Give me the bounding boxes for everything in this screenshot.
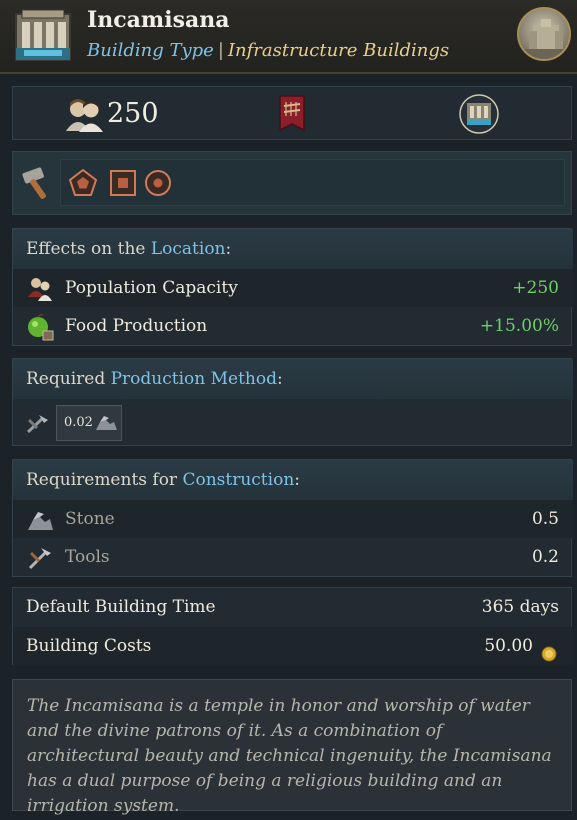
population-icon — [64, 95, 104, 133]
building-category[interactable]: Infrastructure Buildings — [228, 40, 449, 61]
build-time-label: Default Building Time — [26, 597, 216, 617]
construction-link[interactable]: Construction — [182, 470, 294, 490]
requirement-label: Tools — [65, 547, 110, 567]
production-section: Required Production Method: 0.02 — [12, 358, 573, 446]
stone-icon — [94, 412, 118, 434]
effects-heading: Effects on the Location: — [13, 229, 573, 269]
build-cost-label: Building Costs — [26, 636, 152, 656]
construction-section: Requirements for Construction: Stone 0.5… — [12, 459, 573, 577]
build-info-section: Default Building Time 365 days Building … — [12, 587, 573, 665]
hammer-icon[interactable] — [21, 164, 55, 200]
effect-row: Population Capacity +250 — [13, 269, 573, 307]
build-time-value: 365 days — [481, 597, 559, 617]
effect-value: +15.00% — [479, 316, 559, 336]
construction-heading-suffix: : — [294, 470, 300, 490]
tools-icon — [25, 412, 51, 436]
requirement-label: Stone — [65, 509, 115, 529]
food-apple-icon — [26, 313, 54, 341]
requirement-row: Tools 0.2 — [13, 538, 573, 576]
effects-section: Effects on the Location: Population Capa… — [12, 228, 573, 346]
build-cost-row: Building Costs 50.00 — [13, 627, 573, 665]
production-heading-prefix: Required — [26, 369, 106, 389]
banner-icon[interactable] — [278, 94, 306, 134]
effects-heading-suffix: : — [225, 239, 232, 259]
building-icon[interactable] — [458, 94, 500, 134]
location-link[interactable]: Location — [151, 239, 226, 259]
modifier-bar — [12, 151, 572, 215]
build-cost-value: 50.00 — [484, 636, 533, 656]
production-method-link[interactable]: Production Method — [111, 369, 277, 389]
effect-row: Food Production +15.00% — [13, 307, 573, 345]
stone-icon — [26, 506, 54, 534]
effect-value: +250 — [512, 278, 559, 298]
effect-label: Population Capacity — [65, 278, 238, 298]
tooltip-header: Incamisana Building Type | Infrastructure … — [0, 0, 577, 74]
subtitle-separator: | — [217, 40, 224, 61]
building-portrait-icon — [517, 7, 571, 61]
effect-label: Food Production — [65, 316, 208, 336]
production-heading-suffix: : — [276, 369, 283, 389]
gold-coin-icon — [541, 638, 557, 662]
square-icon[interactable] — [108, 168, 138, 198]
aqueduct-building-icon — [12, 8, 74, 64]
production-amount: 0.02 — [64, 415, 93, 430]
tools-icon — [26, 544, 54, 572]
construction-heading: Requirements for Construction: — [13, 460, 573, 500]
building-description: The Incamisana is a temple in honor and … — [12, 679, 572, 816]
building-type-link[interactable]: Building Type — [87, 40, 214, 61]
population-value: 250 — [107, 98, 159, 129]
production-method-button[interactable]: 0.02 — [56, 405, 122, 441]
build-time-row: Default Building Time 365 days — [13, 588, 573, 626]
building-subtitle: Building Type | Infrastructure Buildings — [87, 40, 449, 61]
effects-heading-prefix: Effects on the — [26, 239, 146, 259]
stats-bar: 250 — [12, 86, 572, 140]
requirement-value: 0.5 — [531, 509, 559, 529]
requirement-row: Stone 0.5 — [13, 500, 573, 538]
construction-heading-prefix: Requirements for — [26, 470, 178, 490]
circle-icon[interactable] — [143, 168, 173, 198]
building-title: Incamisana — [87, 7, 230, 33]
production-heading: Required Production Method: — [13, 359, 573, 399]
pentagon-icon[interactable] — [68, 168, 98, 198]
requirement-value: 0.2 — [531, 547, 559, 567]
population-capacity-icon — [26, 275, 54, 303]
